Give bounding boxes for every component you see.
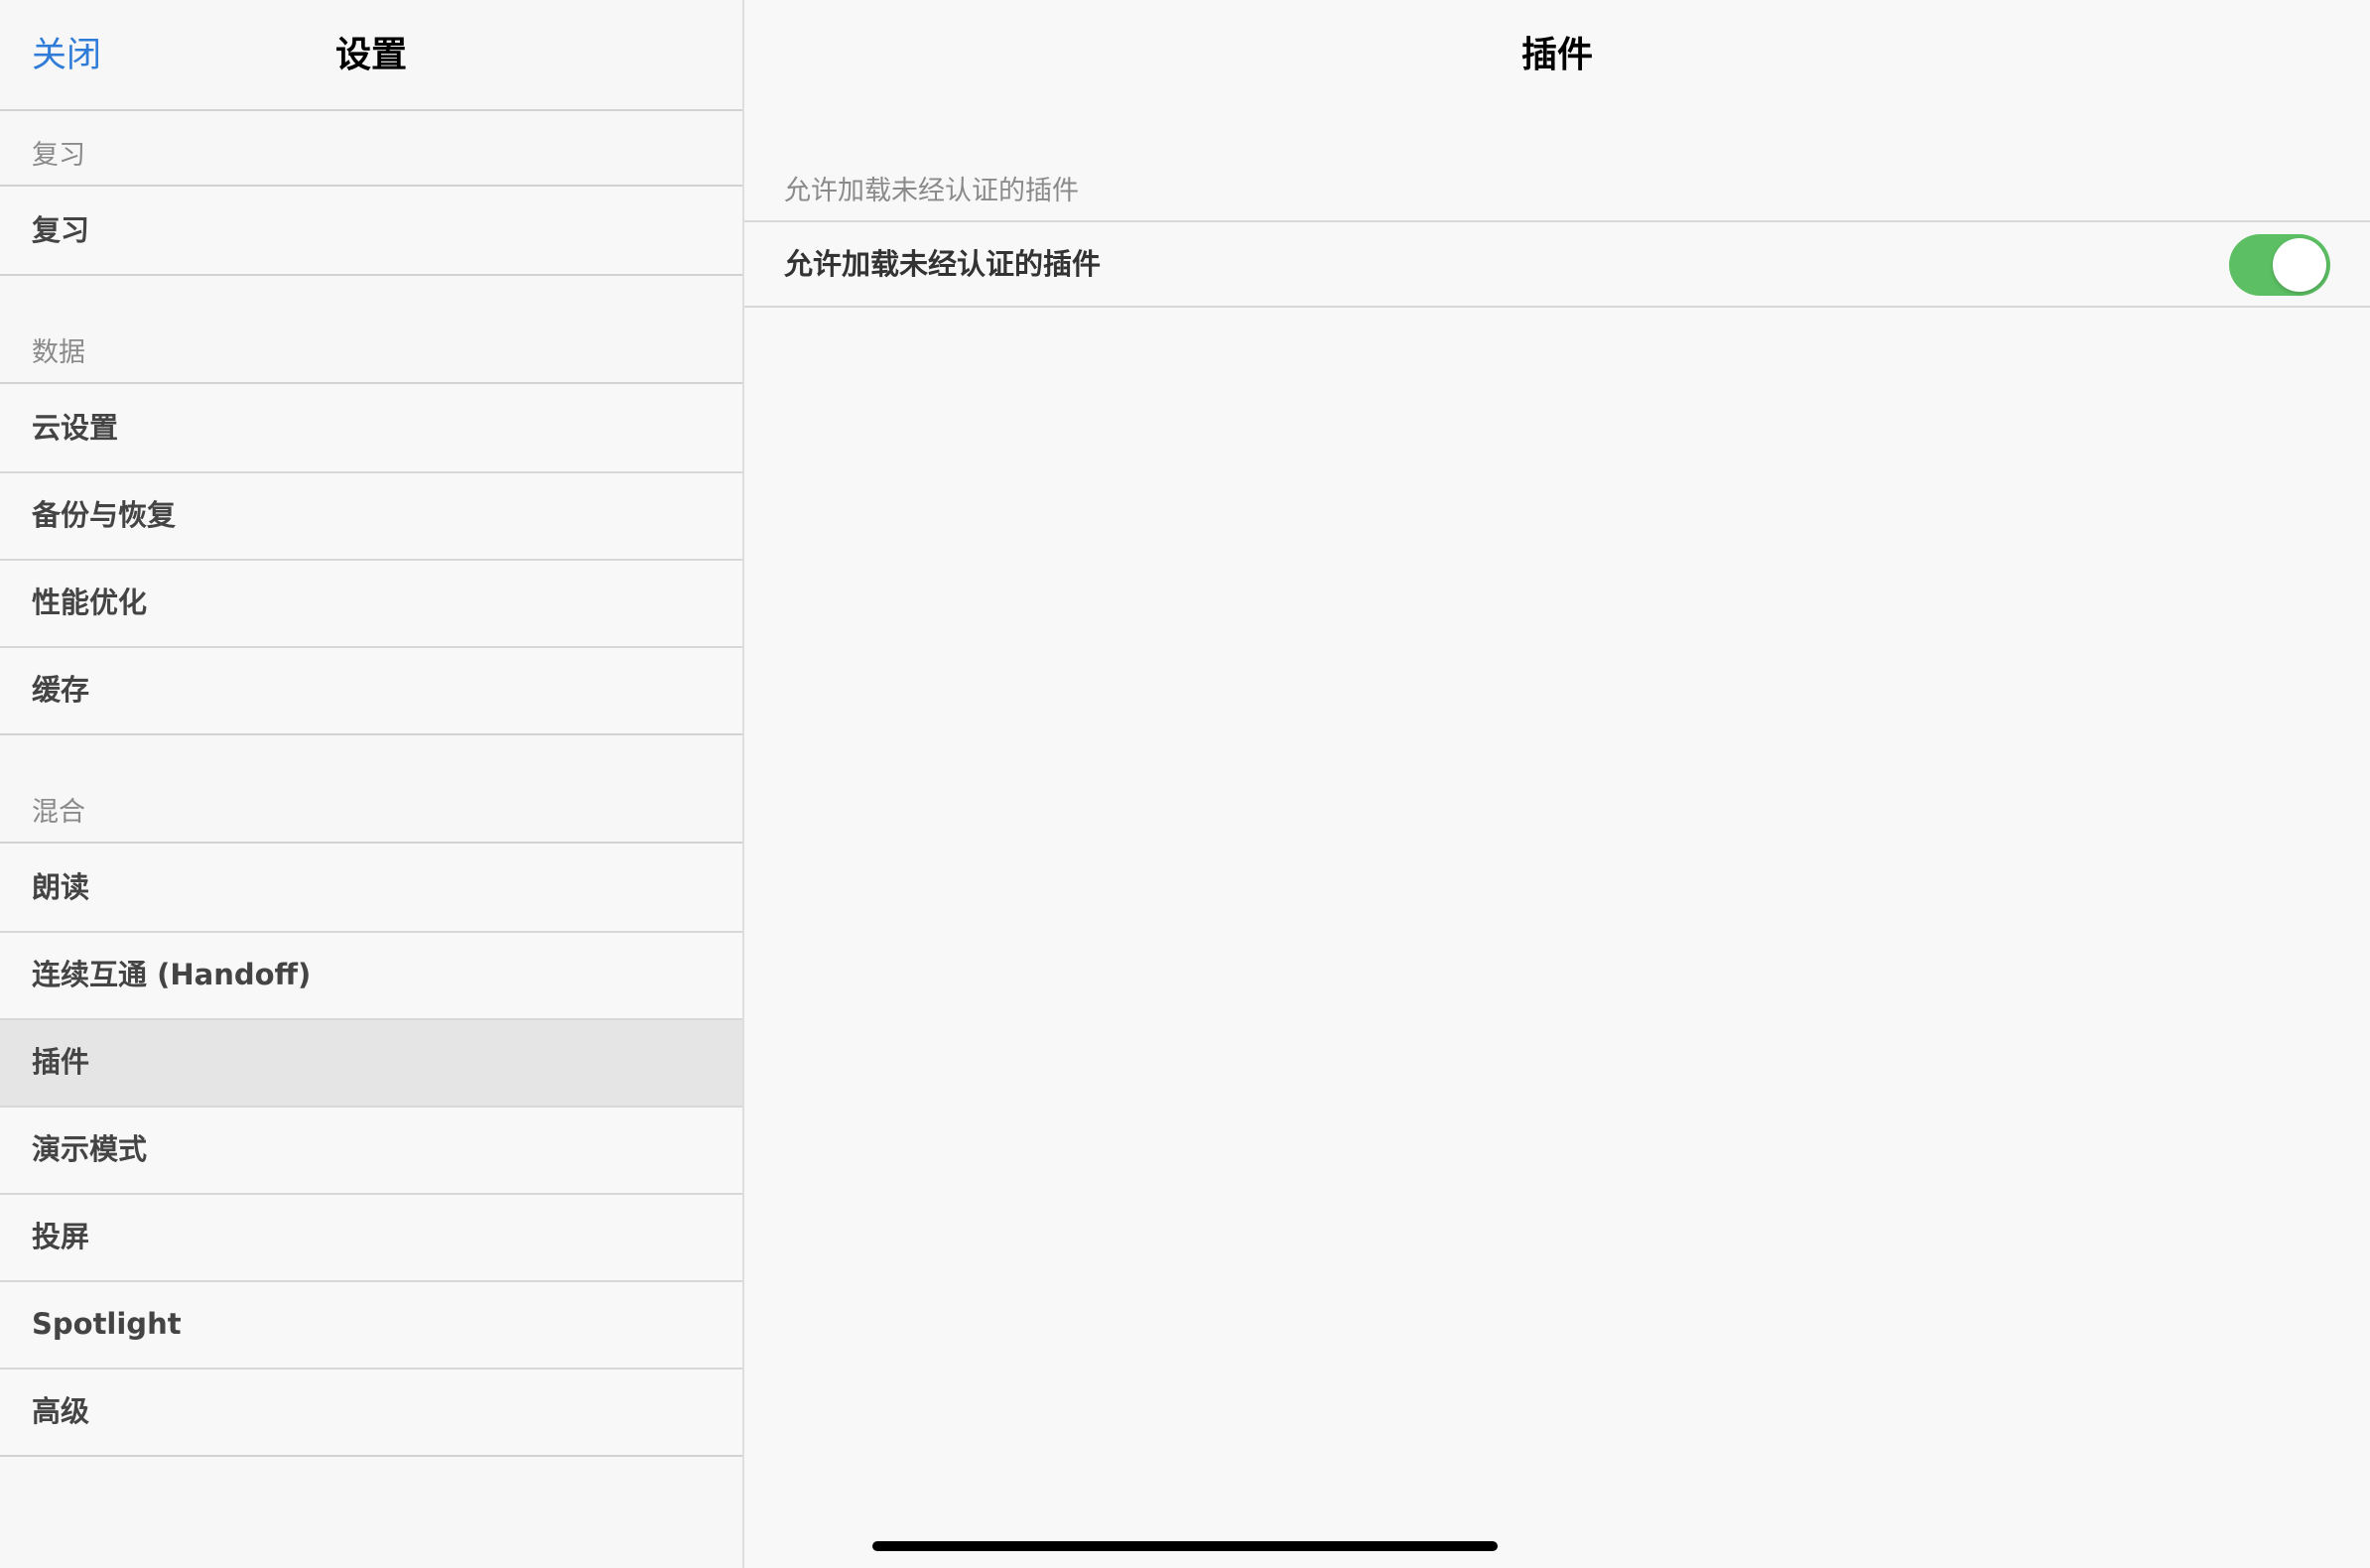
settings-window: 关闭 设置 复习 复习 数据 云设置 备份与恢复 性能优化 缓存 混合 朗读 连… (0, 0, 2370, 1568)
sidebar-item-advanced[interactable]: 高级 (0, 1368, 742, 1455)
group-review: 复习 (0, 185, 742, 276)
sidebar-item-review[interactable]: 复习 (0, 187, 742, 274)
sidebar-item-cache[interactable]: 缓存 (0, 646, 742, 733)
section-header-review: 复习 (32, 140, 85, 171)
sidebar-item-label: 演示模式 (32, 1132, 148, 1166)
allow-unverified-plugins-toggle[interactable] (2229, 234, 2330, 296)
section-header-misc: 混合 (32, 797, 85, 828)
sidebar-item-screen-cast[interactable]: 投屏 (0, 1193, 742, 1280)
sidebar-header: 关闭 设置 (0, 0, 742, 111)
sidebar-item-label: 缓存 (32, 673, 90, 707)
sidebar: 关闭 设置 复习 复习 数据 云设置 备份与恢复 性能优化 缓存 混合 朗读 连… (0, 0, 744, 1568)
sidebar-item-label: Spotlight (32, 1307, 182, 1341)
setting-label: 允许加载未经认证的插件 (784, 247, 1102, 281)
sidebar-item-read-aloud[interactable]: 朗读 (0, 844, 742, 931)
group-data: 云设置 备份与恢复 性能优化 缓存 (0, 382, 742, 735)
sidebar-item-label: 高级 (32, 1394, 90, 1428)
sidebar-item-label: 连续互通 (Handoff) (32, 958, 312, 991)
sidebar-item-label: 朗读 (32, 870, 90, 904)
sidebar-item-spotlight[interactable]: Spotlight (0, 1280, 742, 1368)
section-header-data: 数据 (32, 337, 85, 368)
sidebar-item-label: 复习 (32, 213, 90, 247)
page-title: 插件 (1520, 35, 1593, 75)
sidebar-item-presentation-mode[interactable]: 演示模式 (0, 1106, 742, 1193)
sidebar-item-label: 投屏 (32, 1220, 90, 1253)
group-misc: 朗读 连续互通 (Handoff) 插件 演示模式 投屏 Spotlight 高… (0, 842, 742, 1457)
sidebar-item-label: 性能优化 (32, 586, 148, 619)
sidebar-item-handoff[interactable]: 连续互通 (Handoff) (0, 931, 742, 1018)
home-indicator (872, 1541, 1498, 1551)
sidebar-item-label: 插件 (32, 1045, 90, 1079)
sidebar-item-label: 备份与恢复 (32, 498, 177, 532)
sidebar-item-plugins[interactable]: 插件 (0, 1018, 742, 1106)
sidebar-title: 设置 (334, 35, 407, 75)
detail-pane: 插件 允许加载未经认证的插件 允许加载未经认证的插件 (744, 0, 2370, 1568)
sidebar-item-cloud-settings[interactable]: 云设置 (0, 384, 742, 471)
sidebar-item-performance[interactable]: 性能优化 (0, 559, 742, 646)
toggle-knob (2273, 238, 2326, 292)
setting-row-unverified-plugins: 允许加载未经认证的插件 (744, 220, 2370, 308)
sidebar-item-label: 云设置 (32, 411, 119, 445)
section-header-plugins: 允许加载未经认证的插件 (784, 176, 1079, 206)
sidebar-item-backup-restore[interactable]: 备份与恢复 (0, 471, 742, 559)
